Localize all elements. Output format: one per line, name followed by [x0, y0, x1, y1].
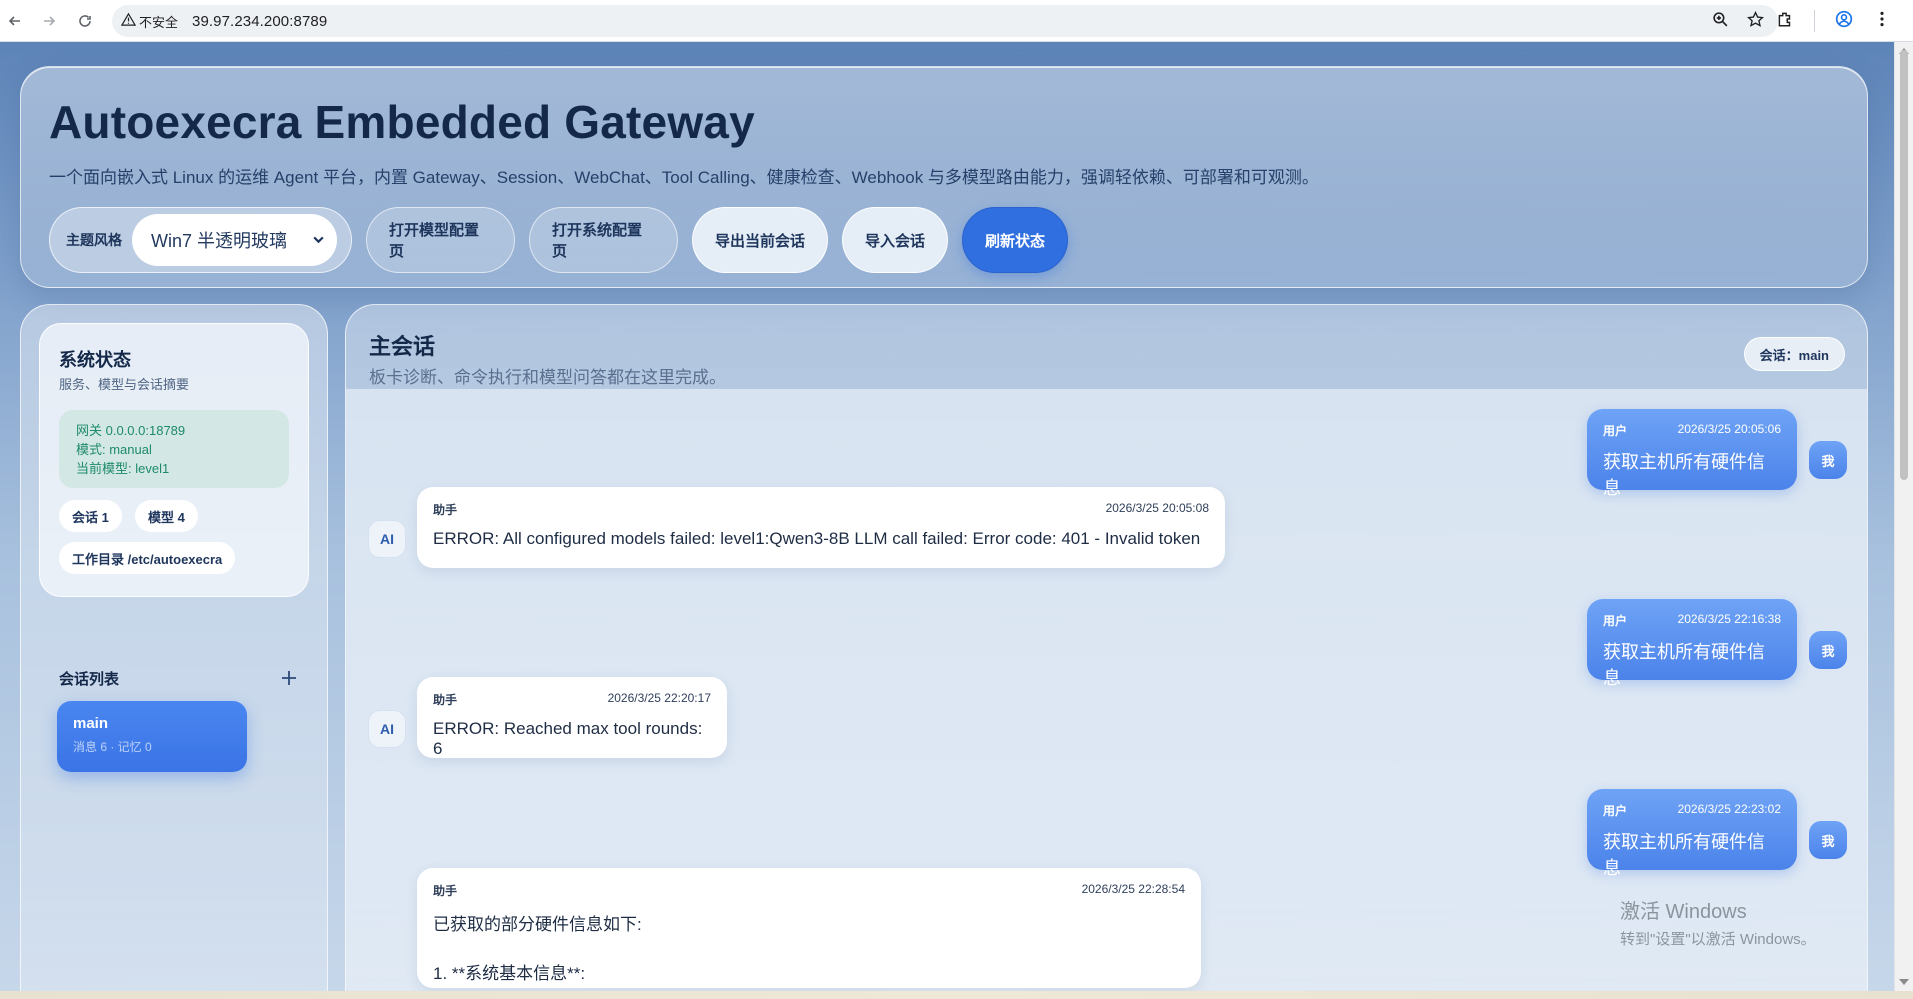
ai-avatar: AI [368, 710, 406, 748]
chevron-down-icon [312, 230, 325, 251]
insecure-indicator[interactable]: 不安全 [120, 12, 179, 31]
message-text: 获取主机所有硬件信息 [1603, 452, 1765, 498]
user-message: 用户 2026/3/25 22:23:02 获取主机所有硬件信息 [1587, 789, 1797, 878]
page-background: Autoexecra Embedded Gateway 一个面向嵌入式 Linu… [0, 42, 1894, 991]
extensions-icon[interactable] [1776, 10, 1794, 33]
header-toolbar: 主题风格 Win7 半透明玻璃 打开模型配置页 打开系统配置页 导出当前会话 导… [49, 207, 1069, 273]
open-model-config-button[interactable]: 打开模型配置页 [366, 207, 515, 273]
message-role: 助手 [433, 693, 458, 707]
sidebar: 系统状态 服务、模型与会话摘要 网关 0.0.0.0:18789 模式: man… [20, 304, 328, 991]
message-text: 获取主机所有硬件信息 [1603, 642, 1765, 688]
app-title: Autoexecra Embedded Gateway [49, 96, 755, 148]
message-role: 用户 [1603, 614, 1628, 628]
watermark-line2: 转到"设置"以激活 Windows。 [1620, 931, 1816, 948]
windows-activation-watermark: 激活 Windows 转到"设置"以激活 Windows。 [1620, 895, 1816, 949]
sessions-header: 会话列表 [59, 663, 303, 693]
chat-subtitle: 板卡诊断、命令执行和模型问答都在这里完成。 [369, 368, 726, 387]
user-message: 用户 2026/3/25 22:16:38 获取主机所有硬件信息 [1587, 599, 1797, 688]
export-session-button[interactable]: 导出当前会话 [692, 207, 829, 273]
menu-dots-icon[interactable] [1873, 10, 1891, 33]
session-item-main[interactable]: main 消息 6 · 记忆 0 [57, 701, 247, 772]
message-role: 用户 [1603, 804, 1628, 818]
current-model-value: 当前模型: level1 [76, 461, 170, 476]
zoom-icon[interactable] [1712, 11, 1729, 32]
toolbar-divider [1814, 10, 1815, 32]
scroll-thumb[interactable] [1900, 50, 1908, 480]
user-avatar: 我 [1809, 441, 1847, 479]
message-role: 助手 [433, 884, 458, 898]
message-time: 2026/3/25 22:28:54 [1081, 882, 1185, 896]
watermark-line1: 激活 Windows [1620, 901, 1747, 923]
theme-label: 主题风格 [66, 232, 122, 248]
chat-title: 主会话 [369, 334, 436, 359]
session-name: main [73, 715, 109, 732]
theme-select[interactable]: Win7 半透明玻璃 [132, 214, 337, 266]
session-meta: 消息 6 · 记忆 0 [73, 740, 152, 754]
forward-icon[interactable] [34, 6, 64, 36]
bookmark-star-icon[interactable] [1746, 10, 1765, 32]
app-subtitle: 一个面向嵌入式 Linux 的运维 Agent 平台，内置 Gateway、Se… [49, 168, 1319, 187]
assistant-message: 助手 2026/3/25 22:28:54 已获取的部分硬件信息如下: 1. *… [417, 868, 1201, 988]
ai-avatar: AI [368, 520, 406, 558]
open-system-config-button[interactable]: 打开系统配置页 [529, 207, 678, 273]
user-message: 用户 2026/3/25 20:05:06 获取主机所有硬件信息 [1587, 409, 1797, 498]
session-count-chip: 会话 1 [59, 500, 122, 532]
warning-icon [120, 12, 137, 30]
message-time: 2026/3/25 22:20:17 [607, 691, 711, 705]
scroll-down-icon[interactable] [1899, 979, 1909, 985]
user-avatar: 我 [1809, 821, 1847, 859]
refresh-status-button[interactable]: 刷新状态 [962, 207, 1069, 273]
status-summary-box: 网关 0.0.0.0:18789 模式: manual 当前模型: level1 [59, 410, 289, 488]
chat-panel: 主会话 板卡诊断、命令执行和模型问答都在这里完成。 会话：main 用户 202… [345, 304, 1868, 991]
system-status-card: 系统状态 服务、模型与会话摘要 网关 0.0.0.0:18789 模式: man… [39, 323, 309, 597]
workdir-chip: 工作目录 /etc/autoexecra [59, 542, 236, 574]
session-badge: 会话：main [1743, 337, 1845, 371]
message-time: 2026/3/25 20:05:06 [1677, 422, 1781, 436]
theme-select-value: Win7 半透明玻璃 [151, 231, 288, 251]
profile-icon[interactable] [1835, 10, 1853, 33]
message-text: 已获取的部分硬件信息如下: [433, 915, 642, 934]
address-bar[interactable]: 不安全 39.97.234.200:8789 [112, 5, 1778, 37]
model-count-chip: 模型 4 [135, 500, 198, 532]
message-time: 2026/3/25 20:05:08 [1105, 501, 1209, 515]
insecure-label: 不安全 [139, 14, 179, 30]
sessions-title: 会话列表 [59, 670, 120, 688]
message-time: 2026/3/25 22:23:02 [1677, 802, 1781, 816]
taskbar-strip [0, 991, 1913, 999]
back-icon[interactable] [0, 6, 30, 36]
message-text: 获取主机所有硬件信息 [1603, 832, 1765, 878]
header-card: Autoexecra Embedded Gateway 一个面向嵌入式 Linu… [20, 66, 1868, 288]
assistant-message: 助手 2026/3/25 22:20:17 ERROR: Reached max… [417, 677, 727, 758]
message-role: 用户 [1603, 424, 1628, 438]
reload-icon[interactable] [70, 6, 100, 36]
gateway-address: 网关 0.0.0.0:18789 [76, 423, 186, 438]
browser-toolbar: 不安全 39.97.234.200:8789 [0, 0, 1913, 42]
theme-selector-group: 主题风格 Win7 半透明玻璃 [49, 207, 352, 273]
message-role: 助手 [433, 503, 458, 517]
add-session-icon[interactable] [275, 664, 303, 692]
message-time: 2026/3/25 22:16:38 [1677, 612, 1781, 626]
status-subtitle: 服务、模型与会话摘要 [59, 377, 190, 392]
url-text[interactable]: 39.97.234.200:8789 [192, 13, 327, 30]
mode-value: 模式: manual [76, 442, 152, 457]
assistant-message: 助手 2026/3/25 20:05:08 ERROR: All configu… [417, 487, 1225, 568]
import-session-button[interactable]: 导入会话 [842, 207, 949, 273]
message-text-line: 1. **系统基本信息**: [433, 964, 586, 983]
message-text: ERROR: All configured models failed: lev… [433, 529, 1201, 548]
status-title: 系统状态 [59, 350, 131, 370]
user-avatar: 我 [1809, 631, 1847, 669]
message-text: ERROR: Reached max tool rounds: 6 [433, 719, 703, 758]
page-scrollbar[interactable] [1894, 42, 1913, 991]
